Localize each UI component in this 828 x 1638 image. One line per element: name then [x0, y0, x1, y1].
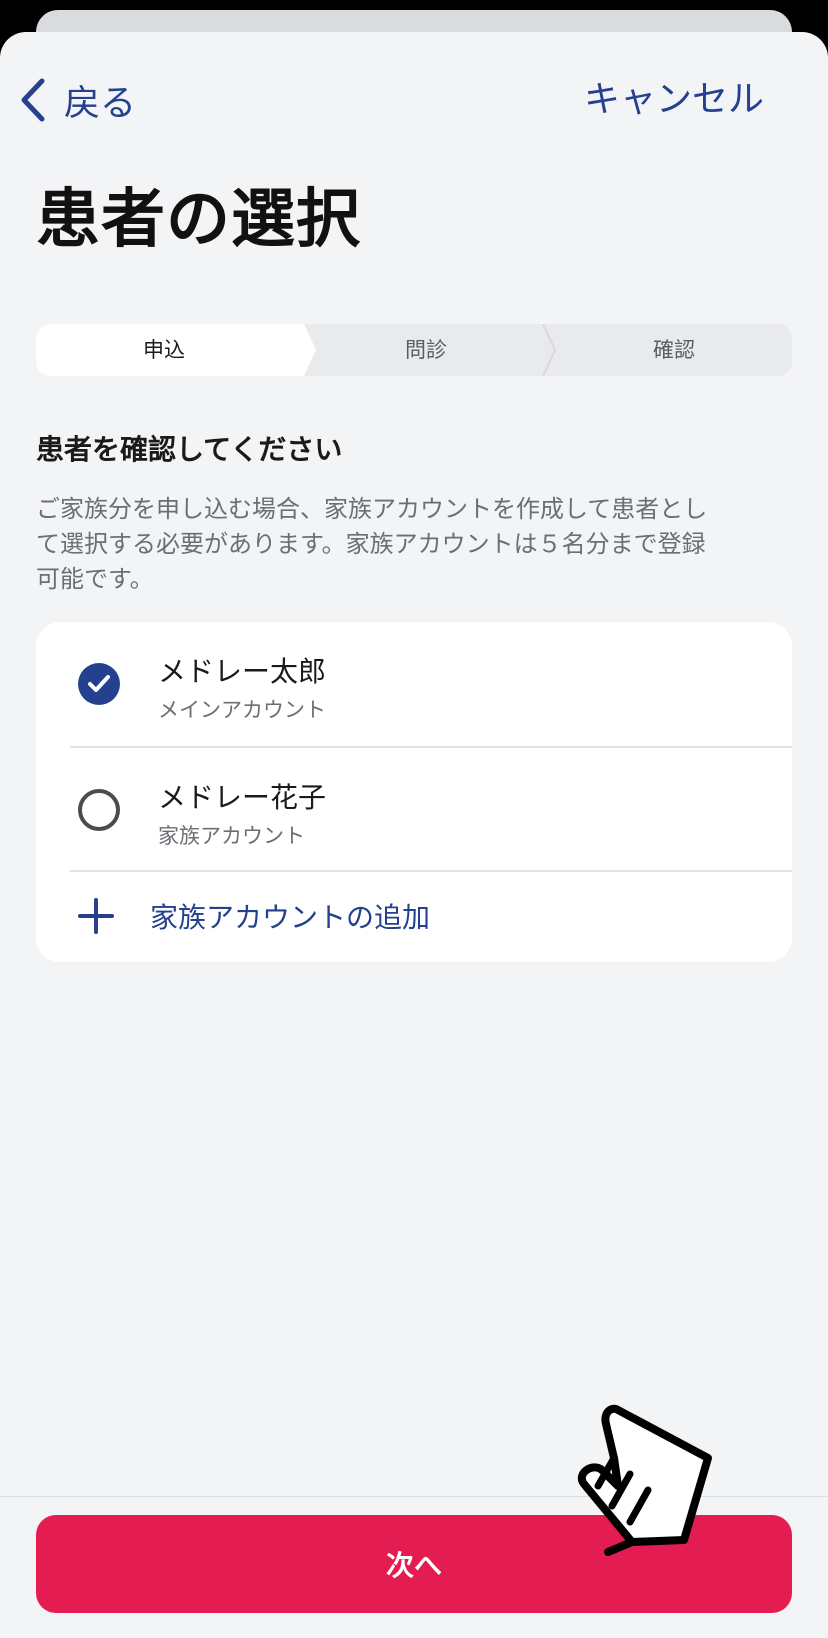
patient-row-hanako[interactable]: メドレー花子 家族アカウント	[36, 748, 792, 872]
section-description: ご家族分を申し込む場合、家族アカウントを作成して患者として選択する必要があります…	[36, 495, 708, 593]
plus-icon	[78, 898, 114, 934]
patient-row-taro[interactable]: メドレー太郎 メインアカウント	[36, 622, 792, 746]
section-heading: 患者を確認してください	[36, 433, 343, 466]
radio-selected[interactable]	[78, 663, 120, 705]
page-title: 患者の選択	[36, 183, 361, 257]
patient-account-type: 家族アカウント	[158, 824, 305, 848]
patient-list: メドレー太郎 メインアカウント メドレー花子 家族アカウント 家族アカウントの追…	[36, 622, 792, 962]
radio-unselected[interactable]	[78, 789, 120, 831]
back-label: 戻る	[64, 83, 137, 124]
patient-account-type: メインアカウント	[158, 698, 326, 722]
step-apply: 申込	[143, 338, 185, 362]
patient-name: メドレー花子	[158, 781, 327, 814]
progress-stepper: 申込 問診 確認	[36, 324, 792, 376]
add-family-label: 家族アカウントの追加	[150, 901, 431, 934]
check-icon	[88, 675, 110, 692]
pointing-hand-icon	[578, 1404, 712, 1556]
step-questionnaire: 問診	[405, 338, 447, 362]
step-confirm: 確認	[653, 338, 695, 362]
back-button[interactable]: 戻る	[18, 70, 136, 130]
add-family-account-button[interactable]: 家族アカウントの追加	[36, 872, 792, 962]
modal-sheet: 戻る キャンセル 患者の選択 申込 問診 確認 患者を確認してください ご家族分…	[0, 32, 828, 1638]
patient-name: メドレー太郎	[158, 655, 327, 688]
cancel-button[interactable]: キャンセル	[584, 70, 764, 130]
chevron-left-icon	[21, 78, 45, 122]
